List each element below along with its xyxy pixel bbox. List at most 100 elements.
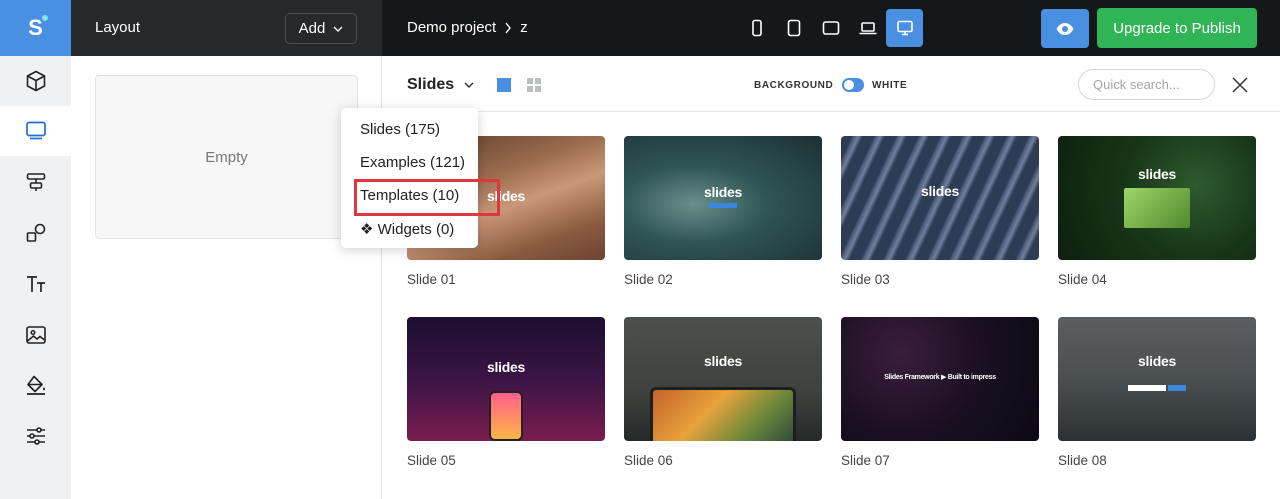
slide-brand: slides: [487, 359, 525, 375]
slide-card[interactable]: slides Slide 04: [1058, 136, 1256, 287]
image-icon: [25, 326, 46, 344]
logo-letter: S: [28, 15, 43, 40]
logo-dot: [42, 15, 48, 21]
publish-label: Upgrade to Publish: [1113, 19, 1241, 37]
slide-card[interactable]: slides Slide 05: [407, 317, 605, 468]
slide-brand: slides: [704, 184, 742, 200]
slide-brand: Slides Framework ▶ Built to impress: [884, 374, 996, 381]
background-value: WHITE: [872, 80, 908, 91]
eye-icon: [1056, 22, 1074, 35]
breadcrumb: Demo project z: [407, 19, 528, 36]
background-label: BACKGROUND: [754, 80, 834, 91]
layout-panel-header: Layout Add: [71, 0, 382, 56]
shapes-icon: [26, 223, 45, 242]
left-sidebar: [0, 56, 71, 499]
desktop-icon: [896, 20, 913, 36]
slide-thumbnail: slides: [624, 136, 822, 260]
category-select[interactable]: Slides: [407, 76, 474, 94]
add-button[interactable]: Add: [285, 13, 357, 44]
tablet-portrait-icon: [787, 19, 800, 37]
device-tablet-portrait[interactable]: [775, 9, 812, 47]
chevron-down-icon: [464, 82, 474, 88]
chevron-down-icon: [333, 26, 343, 32]
slide-brand: slides: [1138, 166, 1176, 182]
slide-input-bar: [1128, 385, 1166, 391]
sliders-icon: [26, 427, 45, 445]
category-label: Slides: [407, 76, 455, 93]
sidebar-item-text[interactable]: [0, 259, 71, 309]
phone-small-icon: [751, 19, 762, 37]
sidebar-item-blocks[interactable]: [0, 56, 71, 106]
slide-phone-mockup: [489, 391, 523, 441]
slide-card[interactable]: slides Slide 02: [624, 136, 822, 287]
slide-laptop-mockup: [650, 387, 796, 441]
empty-layout-placeholder[interactable]: Empty: [95, 75, 358, 239]
layout-panel: Empty: [71, 56, 382, 499]
top-bar: S Layout Add Demo project z Upgrade to P…: [0, 0, 1280, 56]
slide-brand: slides: [704, 353, 742, 369]
sidebar-item-shapes[interactable]: [0, 208, 71, 258]
slide-thumbnail: slides: [1058, 317, 1256, 441]
slide-thumbnail: Slides Framework ▶ Built to impress: [841, 317, 1039, 441]
text-icon: [26, 276, 45, 292]
sidebar-item-images[interactable]: [0, 310, 71, 360]
slide-label: Slide 04: [1058, 272, 1107, 287]
slide-label: Slide 06: [624, 453, 673, 468]
slide-card[interactable]: slides Slide 08: [1058, 317, 1256, 468]
slide-thumbnail: slides: [624, 317, 822, 441]
add-button-label: Add: [298, 20, 326, 37]
highlight-box: [354, 179, 500, 216]
slide-brand: slides: [1138, 353, 1176, 369]
layout-title: Layout: [95, 19, 141, 36]
laptop-icon: [859, 22, 876, 35]
slide-library: Slides BACKGROUND WHITE slides Slide 01 …: [383, 56, 1280, 499]
quick-search-input[interactable]: [1078, 69, 1215, 100]
slide-button-bar: [1168, 385, 1186, 391]
dropdown-item-slides[interactable]: Slides (175): [360, 121, 440, 138]
slide-thumbnail: slides: [407, 317, 605, 441]
grid-view-icon[interactable]: [527, 78, 541, 92]
chevron-right-icon: [505, 22, 512, 33]
layout-blocks-icon: [26, 173, 45, 191]
cube-icon: [26, 70, 45, 92]
tablet-landscape-icon: [822, 21, 839, 35]
slide-card[interactable]: slides Slide 03: [841, 136, 1039, 287]
preview-button[interactable]: [1041, 9, 1089, 48]
device-desktop[interactable]: [886, 9, 923, 47]
sidebar-item-settings[interactable]: [0, 411, 71, 461]
device-laptop[interactable]: [849, 9, 886, 47]
background-toggle[interactable]: [842, 78, 864, 92]
slide-brand: slides: [921, 183, 959, 199]
dropdown-item-examples[interactable]: Examples (121): [360, 154, 465, 171]
device-switcher: [738, 9, 923, 47]
sidebar-item-slides[interactable]: [0, 106, 71, 156]
upgrade-to-publish-button[interactable]: Upgrade to Publish: [1097, 8, 1257, 48]
app-logo[interactable]: S: [0, 0, 71, 56]
device-tablet-landscape[interactable]: [812, 9, 849, 47]
device-phone-small[interactable]: [738, 9, 775, 47]
slide-thumbnail: slides: [841, 136, 1039, 260]
slide-label: Slide 08: [1058, 453, 1107, 468]
sidebar-item-colors[interactable]: [0, 360, 71, 410]
slide-label: Slide 02: [624, 272, 673, 287]
close-icon[interactable]: [1231, 76, 1249, 94]
category-dropdown: Slides (175) Examples (121) Templates (1…: [341, 108, 500, 248]
breadcrumb-page[interactable]: z: [520, 19, 528, 36]
slide-card[interactable]: Slides Framework ▶ Built to impress Slid…: [841, 317, 1039, 468]
large-view-icon[interactable]: [497, 78, 511, 92]
slide-video-preview: [1124, 188, 1190, 228]
slide-button-bar: [709, 203, 737, 208]
slide-label: Slide 05: [407, 453, 456, 468]
monitor-icon: [25, 121, 46, 140]
dropdown-item-widgets[interactable]: ❖ Widgets (0): [360, 220, 454, 238]
slide-card[interactable]: slides Slide 06: [624, 317, 822, 468]
library-header: Slides BACKGROUND WHITE: [383, 56, 1280, 112]
slide-label: Slide 07: [841, 453, 890, 468]
paint-bucket-icon: [26, 375, 45, 395]
sidebar-item-layout[interactable]: [0, 157, 71, 207]
slide-thumbnail: slides: [1058, 136, 1256, 260]
dropdown-item-templates[interactable]: Templates (10): [354, 179, 500, 216]
breadcrumb-project[interactable]: Demo project: [407, 19, 496, 36]
empty-label: Empty: [205, 148, 248, 166]
slide-label: Slide 01: [407, 272, 456, 287]
